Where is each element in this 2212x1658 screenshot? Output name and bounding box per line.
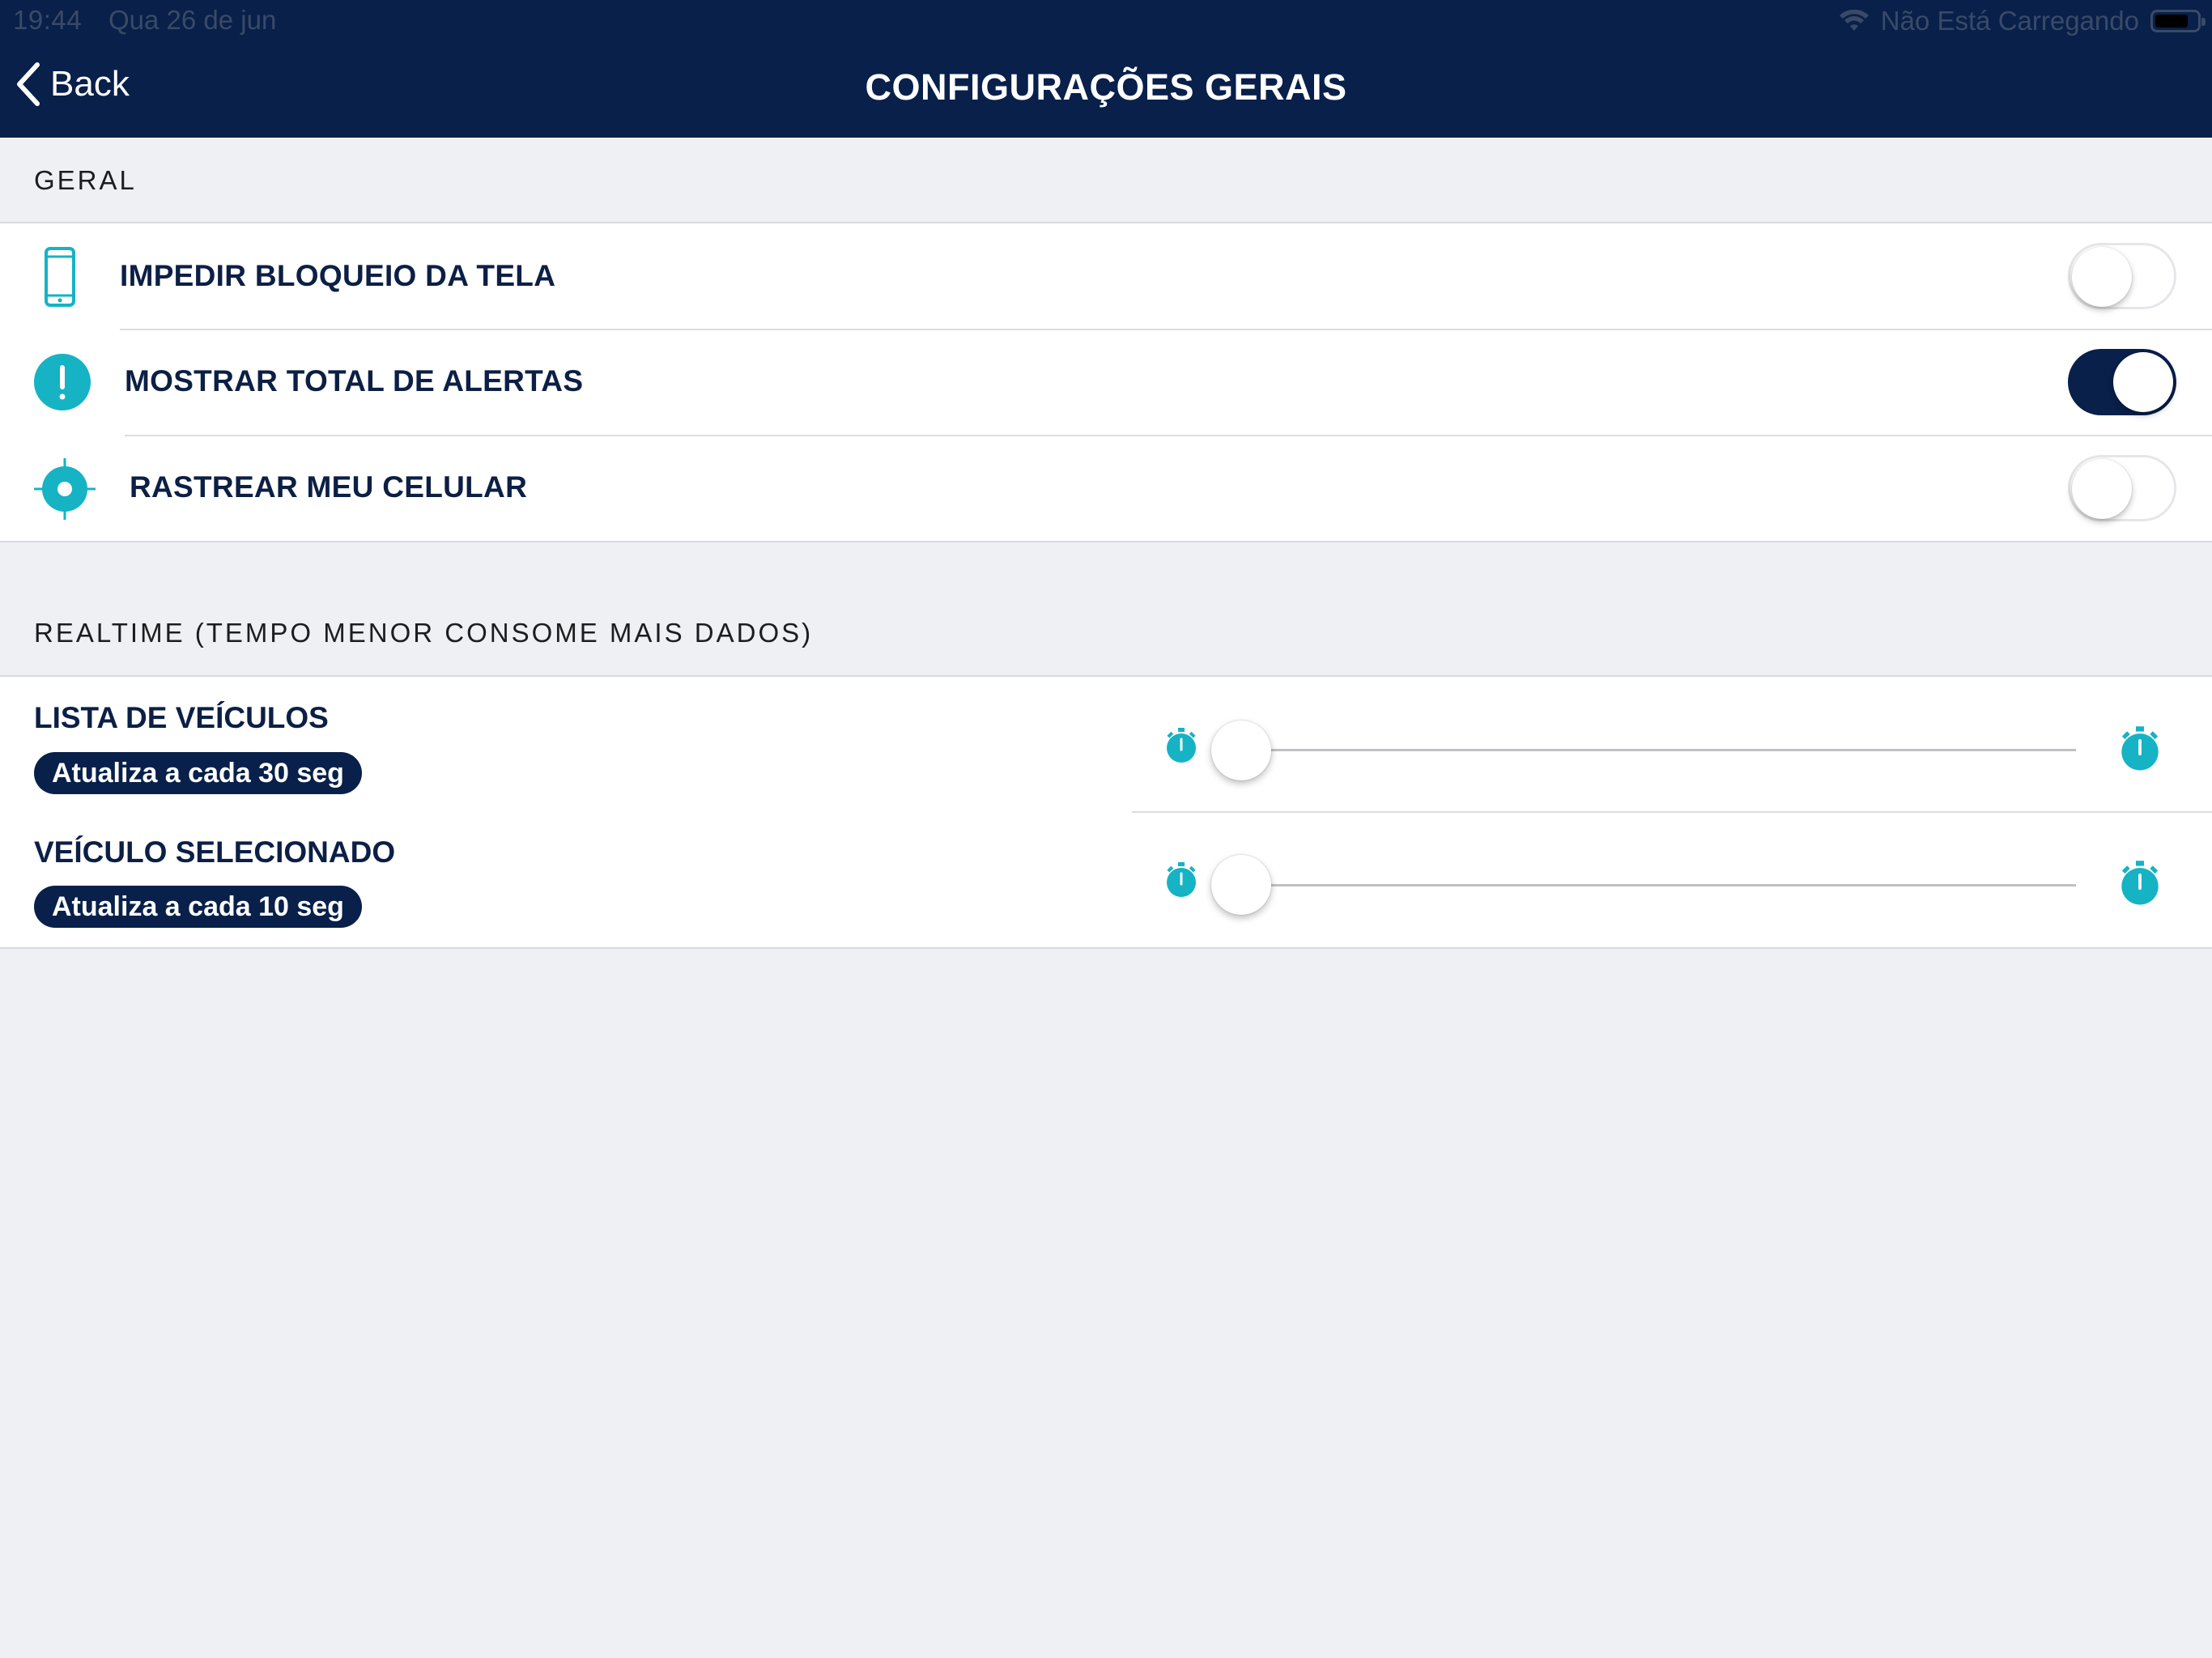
- target-icon: [34, 458, 96, 520]
- stopwatch-max-icon: [2121, 861, 2159, 905]
- alert-icon: [34, 354, 91, 410]
- slider-track: [1242, 749, 2076, 751]
- toggle-knob: [2072, 247, 2132, 307]
- slider-thumb-selected-vehicle[interactable]: [1211, 855, 1271, 915]
- navigation-bar: 19:44 Qua 26 de jun Não Está Carregando …: [0, 0, 2212, 138]
- realtime-label-selected-vehicle: VEÍCULO SELECIONADO: [34, 835, 396, 869]
- setting-label: MOSTRAR TOTAL DE ALERTAS: [125, 364, 584, 397]
- status-badge: Atualiza a cada 10 seg: [34, 886, 362, 928]
- realtime-settings-group: LISTA DE VEÍCULOS Atualiza a cada 30 seg…: [0, 675, 2212, 949]
- slider-track: [1242, 884, 2076, 886]
- setting-row-track-phone: RASTREAR MEU CELULAR: [0, 436, 2212, 541]
- status-date: Qua 26 de jun: [108, 5, 277, 35]
- stopwatch-max-icon: [2121, 726, 2159, 771]
- section-header-general: GERAL: [34, 165, 137, 195]
- stopwatch-min-icon: [1167, 728, 1196, 763]
- toggle-track-phone[interactable]: [2068, 455, 2176, 521]
- page-title: CONFIGURAÇÕES GERAIS: [865, 66, 1347, 108]
- row-divider: [1132, 811, 2212, 813]
- realtime-label-vehicle-list: LISTA DE VEÍCULOS: [34, 701, 329, 734]
- section-header-realtime: REALTIME (TEMPO MENOR CONSOME MAIS DADOS…: [34, 618, 814, 648]
- toggle-knob: [2113, 352, 2173, 412]
- slider-thumb-vehicle-list[interactable]: [1211, 721, 1271, 780]
- status-badge: Atualiza a cada 30 seg: [34, 752, 362, 794]
- setting-row-show-alerts: MOSTRAR TOTAL DE ALERTAS: [0, 329, 2212, 435]
- toggle-knob: [2072, 459, 2132, 519]
- status-right: Não Está Carregando: [1839, 5, 2206, 37]
- toggle-show-alerts[interactable]: [2068, 349, 2176, 415]
- setting-row-prevent-lock: IMPEDIR BLOQUEIO DA TELA: [0, 223, 2212, 329]
- charging-status: Não Está Carregando: [1880, 6, 2139, 36]
- wifi-icon: [1839, 10, 1869, 31]
- general-settings-group: IMPEDIR BLOQUEIO DA TELA MOSTRAR TOTAL D…: [0, 222, 2212, 542]
- setting-label: IMPEDIR BLOQUEIO DA TELA: [120, 259, 556, 292]
- phone-icon: [45, 247, 75, 307]
- stopwatch-min-icon: [1167, 862, 1196, 897]
- setting-label: RASTREAR MEU CELULAR: [130, 470, 528, 504]
- toggle-prevent-lock[interactable]: [2068, 243, 2176, 309]
- battery-icon: [2150, 10, 2206, 32]
- status-time: 19:44: [13, 5, 83, 35]
